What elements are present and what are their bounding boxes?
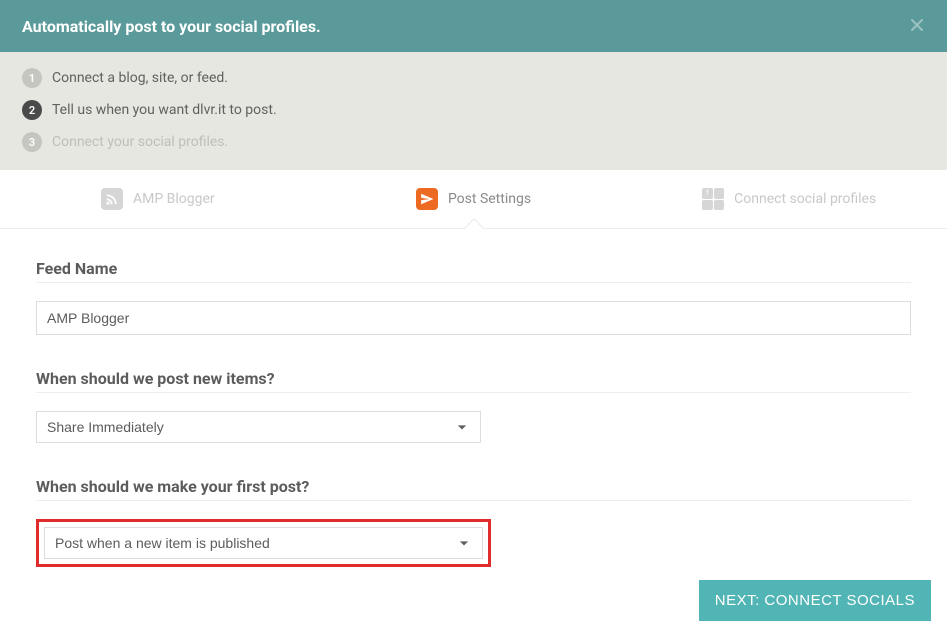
step-number: 3 [22,132,42,152]
step-text: Tell us when you want dlvr.it to post. [52,102,277,118]
divider [36,392,911,393]
social-grid-icon: f [702,188,724,210]
post-when-select[interactable]: Share Immediately [36,411,481,443]
next-connect-socials-button[interactable]: NEXT: CONNECT SOCIALS [699,580,931,621]
step-2: 2 Tell us when you want dlvr.it to post. [22,100,925,120]
tab-settings-label: Post Settings [448,191,531,207]
header-bar: Automatically post to your social profil… [0,0,947,52]
paper-plane-icon [416,188,438,210]
step-number: 2 [22,100,42,120]
step-1: 1 Connect a blog, site, or feed. [22,68,925,88]
first-post-label: When should we make your first post? [36,477,911,496]
step-number: 1 [22,68,42,88]
tab-connect-socials[interactable]: f Connect social profiles [631,170,947,228]
divider [36,500,911,501]
tab-feed[interactable]: AMP Blogger [0,170,316,228]
step-text: Connect a blog, site, or feed. [52,70,228,86]
post-when-label: When should we post new items? [36,369,911,388]
first-post-group: When should we make your first post? Pos… [36,477,911,567]
header-title: Automatically post to your social profil… [22,17,321,36]
highlighted-select-box: Post when a new item is published [36,519,491,567]
close-icon[interactable] [909,14,925,38]
post-when-group: When should we post new items? Share Imm… [36,369,911,443]
feed-name-group: Feed Name [36,259,911,335]
form-area: Feed Name When should we post new items?… [0,229,947,611]
tab-post-settings[interactable]: Post Settings [316,170,632,228]
divider [36,282,911,283]
feed-name-label: Feed Name [36,259,911,278]
step-text: Connect your social profiles. [52,134,228,150]
feed-name-input[interactable] [36,301,911,335]
steps-panel: 1 Connect a blog, site, or feed. 2 Tell … [0,52,947,170]
tab-connect-label: Connect social profiles [734,191,876,207]
first-post-select[interactable]: Post when a new item is published [44,527,483,559]
tab-feed-label: AMP Blogger [133,191,215,207]
tabs-bar: AMP Blogger Post Settings f Connect soci… [0,170,947,229]
rss-icon [101,188,123,210]
step-3: 3 Connect your social profiles. [22,132,925,152]
